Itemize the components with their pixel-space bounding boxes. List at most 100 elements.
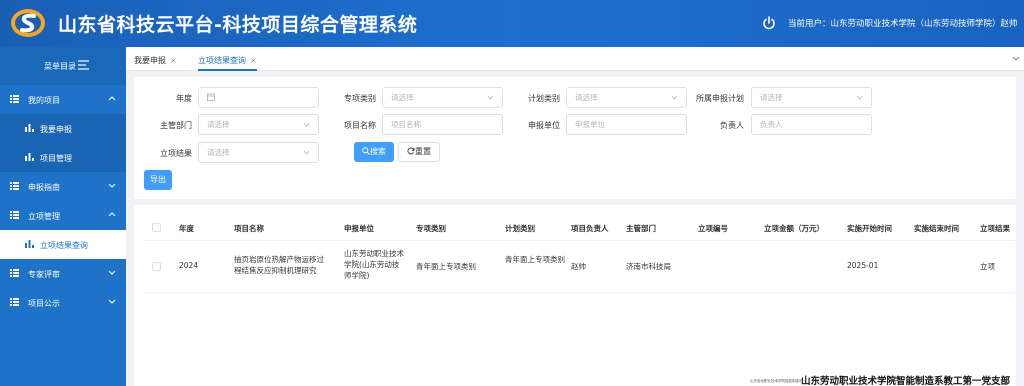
sidebar-item-label: 我的项目	[28, 96, 60, 105]
dept-placeholder: 请选择	[207, 120, 230, 129]
tab-label: 我要申报	[134, 56, 166, 65]
leader-input[interactable]: 负责人	[751, 114, 872, 135]
list-icon	[10, 95, 19, 103]
chevron-down-icon	[856, 95, 863, 100]
result-table: 年度 项目名称 申报单位 专项类别 计划类别 项目负责人 主管部门 立项编号 立…	[134, 205, 1016, 386]
category-label: 专项类别	[344, 94, 376, 103]
result-select[interactable]: 请选择	[198, 142, 319, 163]
chevron-down-icon	[303, 122, 310, 127]
current-user-info: 当前用户：山东劳动职业技术学院（山东劳动技师学院）赵帅	[788, 19, 1018, 29]
sidebar-item-my-projects[interactable]: 我的项目	[0, 85, 126, 114]
belong-plan-select[interactable]: 请选择	[751, 87, 872, 108]
search-button[interactable]: 搜索	[354, 142, 394, 162]
sidebar-item-label: 我要申报	[40, 125, 72, 134]
close-icon[interactable]: ×	[170, 56, 177, 65]
belong-plan-label: 所属申报计划	[696, 94, 744, 103]
tab-bar: 我要申报 × 立项结果查询 ×	[126, 47, 1024, 71]
category-select[interactable]: 请选择	[382, 87, 503, 108]
select-all-checkbox[interactable]	[152, 223, 161, 232]
sidebar-item-expert-review[interactable]: 专家评审	[0, 259, 126, 288]
project-name-input[interactable]: 项目名称	[382, 114, 503, 135]
power-icon[interactable]	[762, 16, 776, 30]
col-header: 计划类别	[505, 224, 535, 233]
cell-unit: 山东劳动职业技术学院(山东劳动技师学院)	[344, 249, 404, 280]
sidebar: 菜单目录 我的项目 我要申报 项目管理 申报指南 立项管理 立项结果查询 专家评…	[0, 47, 126, 386]
dept-label: 主管部门	[160, 121, 192, 130]
col-header: 立项编号	[698, 224, 728, 233]
list-icon	[10, 298, 19, 306]
sidebar-item-label: 项目管理	[40, 154, 72, 163]
sidebar-item-label: 申报指南	[28, 183, 60, 192]
chevron-down-icon	[108, 270, 116, 275]
search-icon	[362, 147, 370, 155]
col-header: 年度	[179, 224, 194, 233]
search-button-label: 搜索	[370, 147, 386, 156]
project-name-label: 项目名称	[344, 121, 376, 130]
chevron-up-icon	[108, 96, 116, 101]
app-title: 山东省科技云平台-科技项目综合管理系统	[58, 14, 418, 36]
row-checkbox[interactable]	[152, 262, 161, 271]
col-header: 专项类别	[416, 224, 446, 233]
sidebar-item-label: 专家评审	[28, 270, 60, 279]
sidebar-item-guide[interactable]: 申报指南	[0, 172, 126, 201]
col-header: 立项结果	[980, 224, 1010, 233]
col-header: 实施结束时间	[914, 224, 959, 233]
refresh-icon	[407, 147, 415, 155]
list-icon	[10, 211, 19, 219]
unit-label: 申报单位	[528, 121, 560, 130]
col-header: 项目负责人	[571, 224, 609, 233]
leader-placeholder: 负责人	[760, 120, 783, 129]
col-header: 立项金额（万元）	[764, 224, 824, 233]
table-header: 年度 项目名称 申报单位 专项类别 计划类别 项目负责人 主管部门 立项编号 立…	[144, 213, 1016, 241]
cell-plan: 青年面上专项类别	[505, 255, 565, 264]
sidebar-item-approval-management[interactable]: 立项管理	[0, 201, 126, 230]
project-name-placeholder: 项目名称	[391, 120, 421, 129]
chevron-down-icon[interactable]	[1012, 54, 1020, 62]
chevron-down-icon	[303, 150, 310, 155]
col-header: 实施开始时间	[847, 224, 892, 233]
plan-select[interactable]: 请选择	[566, 87, 687, 108]
leader-label: 负责人	[720, 121, 744, 130]
belong-plan-placeholder: 请选择	[760, 93, 783, 102]
tab-label: 立项结果查询	[198, 56, 246, 65]
menu-title: 菜单目录	[44, 62, 76, 71]
watermark-text: 山东劳动职业技术学院智能制造系教工第一党支部	[801, 373, 1011, 386]
col-header: 项目名称	[234, 224, 264, 233]
menu-toggle-icon[interactable]	[78, 60, 89, 70]
col-header: 主管部门	[626, 224, 656, 233]
col-header: 申报单位	[344, 224, 374, 233]
unit-input[interactable]: 申报单位	[566, 114, 687, 135]
export-button[interactable]: 导出	[144, 170, 172, 190]
chevron-down-icon	[487, 95, 494, 100]
plan-placeholder: 请选择	[575, 93, 598, 102]
bar-chart-icon	[25, 240, 34, 248]
year-picker[interactable]	[198, 87, 319, 108]
cell-year: 2024	[179, 261, 199, 270]
sidebar-item-apply[interactable]: 我要申报	[0, 114, 126, 143]
search-panel: 年度 专项类别 请选择 计划类别 请选择 所属申报计划 请选择 主管部门 请选择	[134, 77, 1016, 199]
table-row[interactable]: 2024 抽页岩原位热解产物运移过程结焦反应抑制机理研究 山东劳动职业技术学院(…	[144, 241, 1016, 293]
top-header: 山东省科技云平台-科技项目综合管理系统 当前用户：山东劳动职业技术学院（山东劳动…	[0, 0, 1024, 47]
sidebar-item-approval-result[interactable]: 立项结果查询	[0, 230, 126, 259]
calendar-icon	[207, 93, 215, 101]
chevron-down-icon	[108, 183, 116, 188]
plan-label: 计划类别	[528, 94, 560, 103]
sidebar-item-project-management[interactable]: 项目管理	[0, 143, 126, 172]
tab-approval-result[interactable]: 立项结果查询 ×	[198, 47, 257, 71]
sidebar-item-label: 立项管理	[28, 212, 60, 221]
sidebar-item-project-publicity[interactable]: 项目公示	[0, 288, 126, 317]
dept-select[interactable]: 请选择	[198, 114, 319, 135]
tab-apply[interactable]: 我要申报 ×	[134, 47, 177, 71]
menu-header: 菜单目录	[0, 47, 126, 85]
result-label: 立项结果	[160, 149, 192, 158]
cell-project-name: 抽页岩原位热解产物运移过程结焦反应抑制机理研究	[234, 255, 324, 275]
reset-button[interactable]: 重置	[398, 142, 440, 162]
chevron-down-icon	[671, 95, 678, 100]
unit-placeholder: 申报单位	[575, 120, 605, 129]
bar-chart-icon	[25, 124, 34, 132]
close-icon[interactable]: ×	[250, 56, 257, 65]
result-placeholder: 请选择	[207, 148, 230, 157]
year-label: 年度	[176, 94, 192, 103]
list-icon	[10, 269, 19, 277]
platform-logo-icon	[11, 9, 45, 37]
